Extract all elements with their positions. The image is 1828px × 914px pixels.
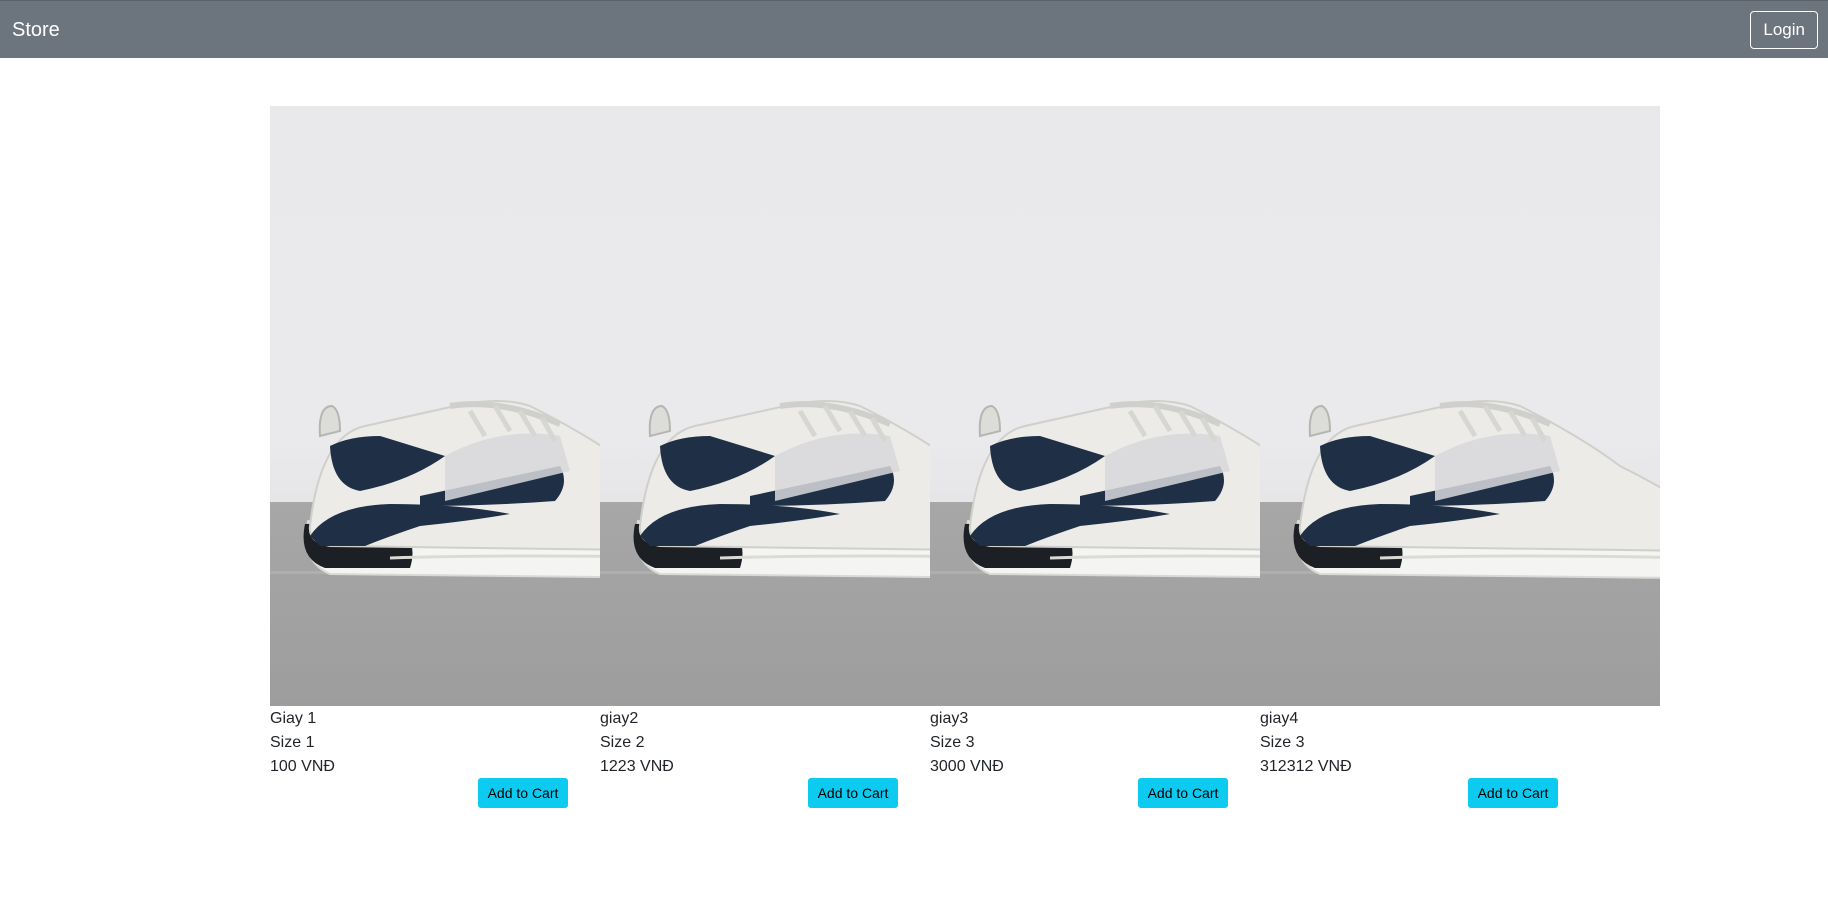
add-to-cart-button[interactable]: Add to Cart <box>808 778 898 808</box>
add-to-cart-button[interactable]: Add to Cart <box>478 778 568 808</box>
store-brand-link[interactable]: Store <box>12 18 60 42</box>
product-card: giay2 Size 2 1223 VNĐ <box>600 106 930 779</box>
product-card: Giay 1 Size 1 100 VNĐ <box>270 106 600 779</box>
product-size: Size 3 <box>1260 734 1305 751</box>
product-card: giay3 Size 3 3000 VNĐ <box>930 106 1260 779</box>
sneaker-illustration <box>270 400 600 579</box>
sneaker-image <box>930 106 1260 706</box>
product-price: 312312 VNĐ <box>1260 758 1352 775</box>
product-card: giay4 Size 3 312312 VNĐ <box>1260 106 1660 779</box>
sneaker-image <box>600 106 930 706</box>
product-name: giay4 <box>1260 710 1299 727</box>
product-name: giay3 <box>930 710 969 727</box>
product-info: giay2 Size 2 1223 VNĐ <box>600 706 930 779</box>
product-price: 100 VNĐ <box>270 758 335 775</box>
product-info: giay4 Size 3 312312 VNĐ <box>1260 706 1660 779</box>
product-size: Size 1 <box>270 734 315 751</box>
product-size: Size 2 <box>600 734 645 751</box>
top-navbar: Store Login <box>0 0 1828 58</box>
product-info: giay3 Size 3 3000 VNĐ <box>930 706 1260 779</box>
product-info: Giay 1 Size 1 100 VNĐ <box>270 706 600 779</box>
product-name: Giay 1 <box>270 710 317 727</box>
product-price: 1223 VNĐ <box>600 758 674 775</box>
add-to-cart-button[interactable]: Add to Cart <box>1138 778 1228 808</box>
sneaker-illustration <box>600 400 930 579</box>
sneaker-illustration <box>930 400 1260 579</box>
product-name: giay2 <box>600 710 639 727</box>
sneaker-image <box>1260 106 1660 706</box>
product-grid: Giay 1 Size 1 100 VNĐ Add to Cart giay2 … <box>270 106 1660 814</box>
product-size: Size 3 <box>930 734 975 751</box>
login-button[interactable]: Login <box>1750 11 1818 49</box>
add-to-cart-button[interactable]: Add to Cart <box>1468 778 1558 808</box>
sneaker-image <box>270 106 600 706</box>
product-price: 3000 VNĐ <box>930 758 1004 775</box>
sneaker-illustration <box>1260 400 1660 579</box>
